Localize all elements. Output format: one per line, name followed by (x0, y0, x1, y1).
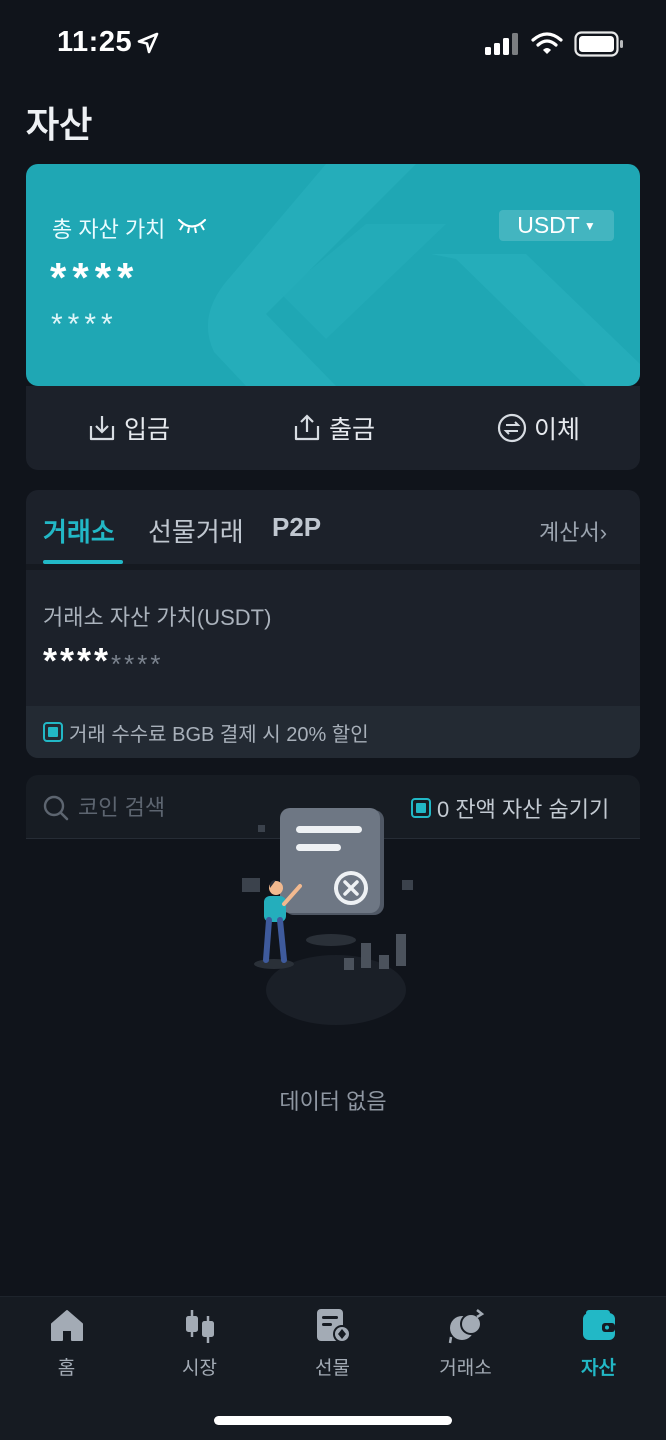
search-icon (43, 795, 69, 821)
transfer-button[interactable]: 이체 (496, 410, 580, 446)
home-icon (51, 1310, 83, 1341)
asset-actions-bar: 입금 출금 이체 (26, 386, 640, 470)
nav-market[interactable]: 시장 (133, 1297, 266, 1397)
nav-futures[interactable]: 선물 (266, 1297, 399, 1397)
nav-home[interactable]: 홈 (0, 1297, 133, 1397)
caret-down-icon: ▼ (583, 218, 596, 233)
nav-futures-label: 선물 (315, 1358, 350, 1379)
total-asset-card: 총 자산 가치 USDT ▼ **** **** (26, 164, 640, 386)
page-title: 자산 (26, 104, 93, 145)
futures-icon (317, 1309, 351, 1343)
bgb-fee-checkbox[interactable] (43, 722, 63, 742)
fee-banner-text: 거래 수수료 BGB 결제 시 20% 할인 (69, 723, 369, 746)
deposit-button[interactable]: 입금 (86, 410, 170, 446)
withdraw-label: 출금 (329, 416, 376, 444)
exchange-asset-value: ******** (43, 640, 164, 682)
nav-market-label: 시장 (182, 1358, 217, 1379)
currency-selector[interactable]: USDT ▼ (499, 210, 614, 241)
account-tabs-card: 거래소 선물거래 P2P 계산서› 거래소 자산 가치(USDT) ******… (26, 490, 640, 758)
wifi-icon (531, 32, 563, 54)
location-arrow-icon (137, 32, 159, 54)
nav-home-label: 홈 (57, 1358, 76, 1379)
withdraw-button[interactable]: 출금 (291, 410, 375, 446)
nav-exchange-label: 거래소 (439, 1358, 492, 1379)
status-time: 11:25 (57, 26, 133, 58)
status-bar: 11:25 (0, 0, 666, 90)
empty-state-illustration (242, 808, 413, 1025)
hide-zero-balance-toggle[interactable]: 0 잔액 자산 숨기기 (411, 792, 609, 824)
nav-exchange[interactable]: 거래소 (399, 1297, 532, 1397)
statement-link[interactable]: 계산서› (539, 515, 607, 547)
exchange-icon (448, 1309, 485, 1344)
statement-label: 계산서 (539, 520, 600, 545)
tab-p2p[interactable]: P2P (272, 512, 321, 543)
deposit-label: 입금 (124, 416, 171, 444)
total-asset-value: **** (50, 254, 140, 301)
exchange-masked-sub: **** (111, 649, 164, 679)
tab-spot[interactable]: 거래소 (43, 512, 115, 549)
currency-label: USDT (517, 212, 580, 238)
tab-futures[interactable]: 선물거래 (148, 512, 244, 549)
transfer-label: 이체 (534, 416, 581, 444)
battery-icon (574, 31, 623, 57)
exchange-masked-main: **** (43, 640, 112, 681)
wallet-icon (583, 1310, 615, 1340)
exchange-asset-label: 거래소 자산 가치(USDT) (43, 605, 272, 630)
chevron-right-icon: › (599, 520, 608, 545)
nav-assets-label: 자산 (581, 1358, 616, 1379)
total-asset-sub-value: **** (51, 308, 118, 341)
eye-hidden-icon[interactable] (177, 217, 207, 235)
empty-state-text: 데이터 없음 (279, 1089, 387, 1114)
tabs-divider (26, 564, 640, 570)
home-indicator[interactable] (214, 1416, 452, 1425)
deposit-icon (89, 416, 115, 441)
withdraw-icon (294, 414, 320, 441)
nav-assets[interactable]: 자산 (532, 1297, 665, 1397)
total-asset-label: 총 자산 가치 (52, 217, 166, 242)
candlestick-icon (186, 1310, 214, 1343)
transfer-icon (497, 413, 527, 443)
cellular-signal-icon (485, 33, 518, 55)
hide-zero-balance-label: 0 잔액 자산 숨기기 (437, 797, 610, 822)
fee-discount-banner[interactable]: 거래 수수료 BGB 결제 시 20% 할인 (26, 706, 640, 758)
